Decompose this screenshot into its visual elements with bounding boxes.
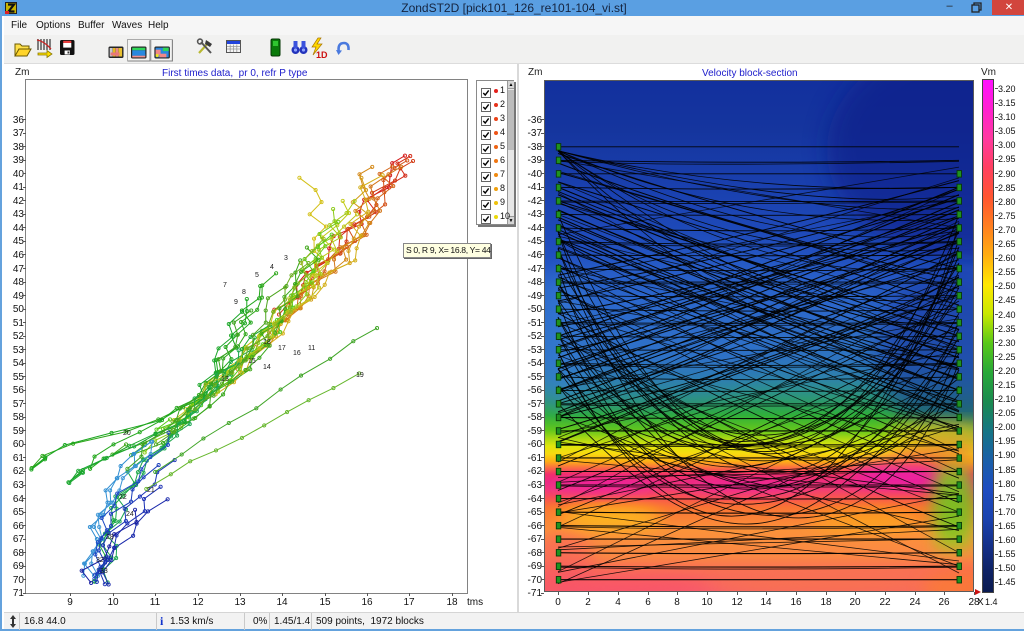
svg-text:1D: 1D	[316, 50, 328, 60]
